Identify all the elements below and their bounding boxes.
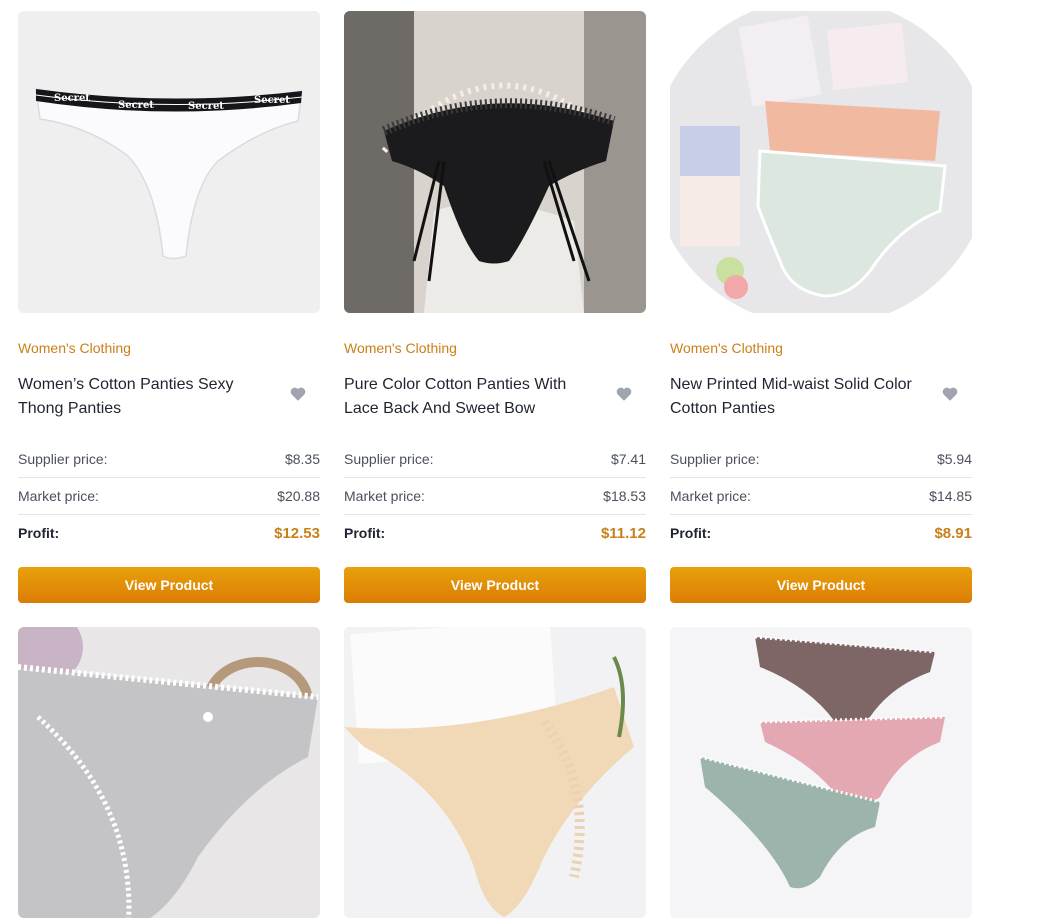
white-thong-image: Secret Secret Secret Secret bbox=[18, 11, 320, 313]
product-image[interactable] bbox=[344, 11, 646, 313]
supplier-price-value: $7.41 bbox=[610, 451, 646, 467]
product-card[interactable]: Secret Secret Secret Secret Women's Clot… bbox=[18, 11, 320, 603]
three-thongs-image bbox=[670, 627, 972, 918]
product-card[interactable]: Women's Clothing Pure Color Cotton Panti… bbox=[344, 11, 646, 603]
view-product-button[interactable]: View Product bbox=[670, 567, 972, 603]
profit-row: Profit: $8.91 bbox=[670, 515, 972, 551]
beige-lace-thong-image bbox=[344, 627, 646, 918]
svg-text:Secret: Secret bbox=[254, 95, 290, 106]
product-card[interactable] bbox=[18, 627, 320, 918]
heart-icon[interactable] bbox=[615, 385, 633, 403]
supplier-price-value: $5.94 bbox=[936, 451, 972, 467]
market-price-value: $20.88 bbox=[277, 488, 320, 504]
product-category: Women's Clothing bbox=[18, 340, 131, 356]
supplier-price-value: $8.35 bbox=[284, 451, 320, 467]
supplier-price-label: Supplier price: bbox=[18, 451, 108, 467]
market-price-row: Market price: $14.85 bbox=[670, 478, 972, 515]
supplier-price-label: Supplier price: bbox=[670, 451, 760, 467]
view-product-button[interactable]: View Product bbox=[344, 567, 646, 603]
profit-label: Profit: bbox=[670, 525, 712, 541]
market-price-row: Market price: $18.53 bbox=[344, 478, 646, 515]
market-price-label: Market price: bbox=[344, 488, 425, 504]
supplier-price-label: Supplier price: bbox=[344, 451, 434, 467]
price-table: Supplier price: $7.41 Market price: $18.53… bbox=[344, 441, 646, 551]
profit-label: Profit: bbox=[18, 525, 60, 541]
product-card[interactable] bbox=[670, 627, 972, 918]
product-title[interactable]: Women’s Cotton Panties Sexy Thong Pantie… bbox=[18, 373, 268, 421]
market-price-label: Market price: bbox=[18, 488, 99, 504]
product-image[interactable] bbox=[670, 11, 972, 313]
product-card[interactable] bbox=[344, 627, 646, 918]
gray-lace-panty-image bbox=[18, 627, 320, 918]
black-lace-panty-image bbox=[344, 11, 646, 313]
product-image[interactable]: Secret Secret Secret Secret bbox=[18, 11, 320, 313]
heart-icon[interactable] bbox=[941, 385, 959, 403]
supplier-price-row: Supplier price: $8.35 bbox=[18, 441, 320, 478]
supplier-price-row: Supplier price: $7.41 bbox=[344, 441, 646, 478]
svg-text:Secret: Secret bbox=[54, 93, 90, 104]
market-price-label: Market price: bbox=[670, 488, 751, 504]
product-image[interactable] bbox=[670, 627, 972, 918]
product-image[interactable] bbox=[344, 627, 646, 918]
svg-text:Secret: Secret bbox=[188, 101, 224, 112]
heart-icon[interactable] bbox=[289, 385, 307, 403]
price-table: Supplier price: $5.94 Market price: $14.85… bbox=[670, 441, 972, 551]
profit-label: Profit: bbox=[344, 525, 386, 541]
product-image[interactable] bbox=[18, 627, 320, 918]
pastel-panties-image bbox=[670, 11, 972, 313]
supplier-price-row: Supplier price: $5.94 bbox=[670, 441, 972, 478]
profit-row: Profit: $11.12 bbox=[344, 515, 646, 551]
market-price-value: $14.85 bbox=[929, 488, 972, 504]
svg-text:Secret: Secret bbox=[118, 100, 154, 111]
profit-value: $12.53 bbox=[274, 524, 320, 542]
product-category: Women's Clothing bbox=[344, 340, 457, 356]
profit-value: $11.12 bbox=[600, 524, 646, 542]
profit-value: $8.91 bbox=[934, 524, 972, 542]
profit-row: Profit: $12.53 bbox=[18, 515, 320, 551]
market-price-row: Market price: $20.88 bbox=[18, 478, 320, 515]
product-title[interactable]: New Printed Mid-waist Solid Color Cotton… bbox=[670, 373, 920, 421]
product-card[interactable]: Women's Clothing New Printed Mid-waist S… bbox=[670, 11, 972, 603]
product-title[interactable]: Pure Color Cotton Panties With Lace Back… bbox=[344, 373, 594, 421]
view-product-button[interactable]: View Product bbox=[18, 567, 320, 603]
price-table: Supplier price: $8.35 Market price: $20.88… bbox=[18, 441, 320, 551]
product-category: Women's Clothing bbox=[670, 340, 783, 356]
market-price-value: $18.53 bbox=[603, 488, 646, 504]
